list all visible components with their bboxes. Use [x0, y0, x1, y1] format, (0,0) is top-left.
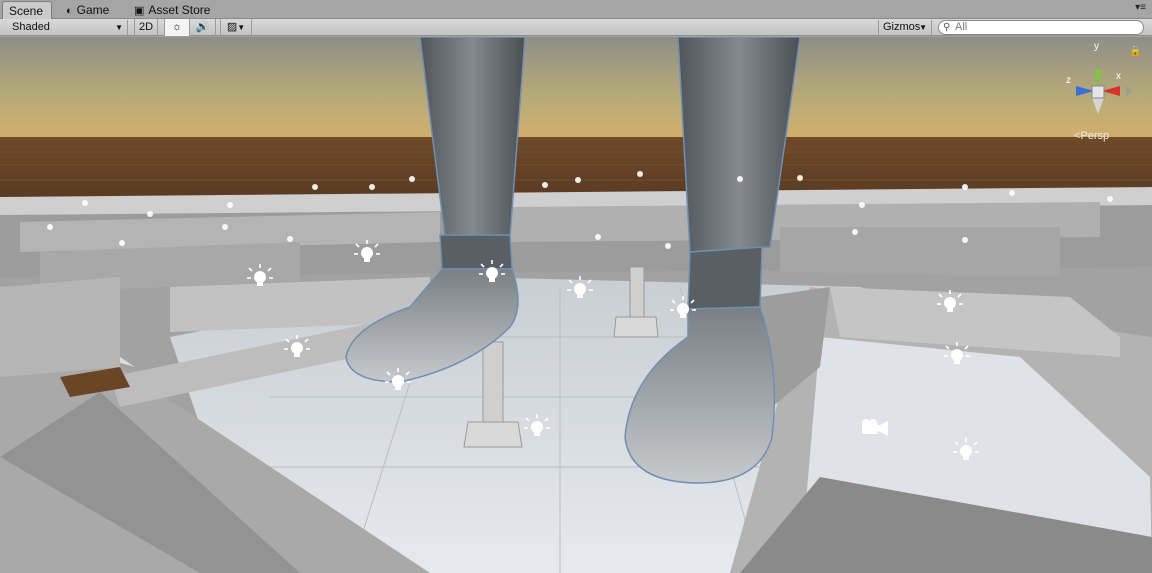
- tab-scene[interactable]: Scene: [2, 1, 52, 19]
- axis-x-label: x: [1116, 71, 1121, 82]
- projection-label: Persp: [1080, 130, 1110, 142]
- search-input[interactable]: ⚲ All: [938, 20, 1144, 35]
- tab-bar: Scene ◐ Game ▣ Asset Store ▾≡: [0, 0, 1152, 19]
- chevron-down-icon: ▼: [115, 23, 123, 32]
- store-icon: ▣: [134, 5, 145, 17]
- tab-scene-label: Scene: [9, 4, 44, 18]
- chevron-down-icon: ▼: [237, 23, 246, 32]
- axis-z-label: z: [1066, 75, 1071, 86]
- tab-game-label: Game: [76, 3, 110, 17]
- tab-game[interactable]: ◐ Game: [60, 1, 124, 19]
- tab-asset-store[interactable]: ▣ Asset Store: [128, 1, 224, 19]
- search-icon: ⚲: [943, 22, 951, 33]
- lighting-toggle-button[interactable]: ☼: [164, 19, 190, 36]
- draw-mode-label: Shaded: [12, 21, 50, 33]
- gizmos-dropdown[interactable]: Gizmos ▼: [878, 20, 932, 35]
- lock-icon[interactable]: 🔒: [1129, 46, 1141, 57]
- scene-render: [0, 37, 1152, 573]
- search-placeholder: All: [955, 21, 968, 33]
- game-icon: ◐: [66, 5, 73, 17]
- audio-toggle-button[interactable]: 🔊: [190, 19, 216, 36]
- speaker-icon: 🔊: [195, 21, 210, 33]
- effects-dropdown-button[interactable]: ▨▼: [220, 19, 252, 36]
- image-icon: ▨: [226, 21, 238, 33]
- scene-viewport[interactable]: y x z <Persp 🔒: [0, 37, 1152, 573]
- axis-y-label: y: [1094, 41, 1099, 52]
- chevron-down-icon: ▼: [919, 23, 927, 32]
- 2d-toggle-button[interactable]: 2D: [134, 19, 158, 36]
- tab-asset-store-label: Asset Store: [148, 3, 211, 17]
- panel-menu-icon[interactable]: ▾≡: [1135, 2, 1146, 13]
- sun-icon: ☼: [171, 21, 183, 33]
- draw-mode-dropdown[interactable]: Shaded ▼: [8, 20, 128, 35]
- gizmos-label: Gizmos: [883, 21, 921, 33]
- 2d-label: 2D: [138, 21, 154, 33]
- scene-toolbar: Shaded ▼ 2D ☼ 🔊 ▨▼ Gizmos ▼ ⚲ All: [0, 19, 1152, 36]
- projection-toggle[interactable]: <Persp: [1074, 130, 1109, 142]
